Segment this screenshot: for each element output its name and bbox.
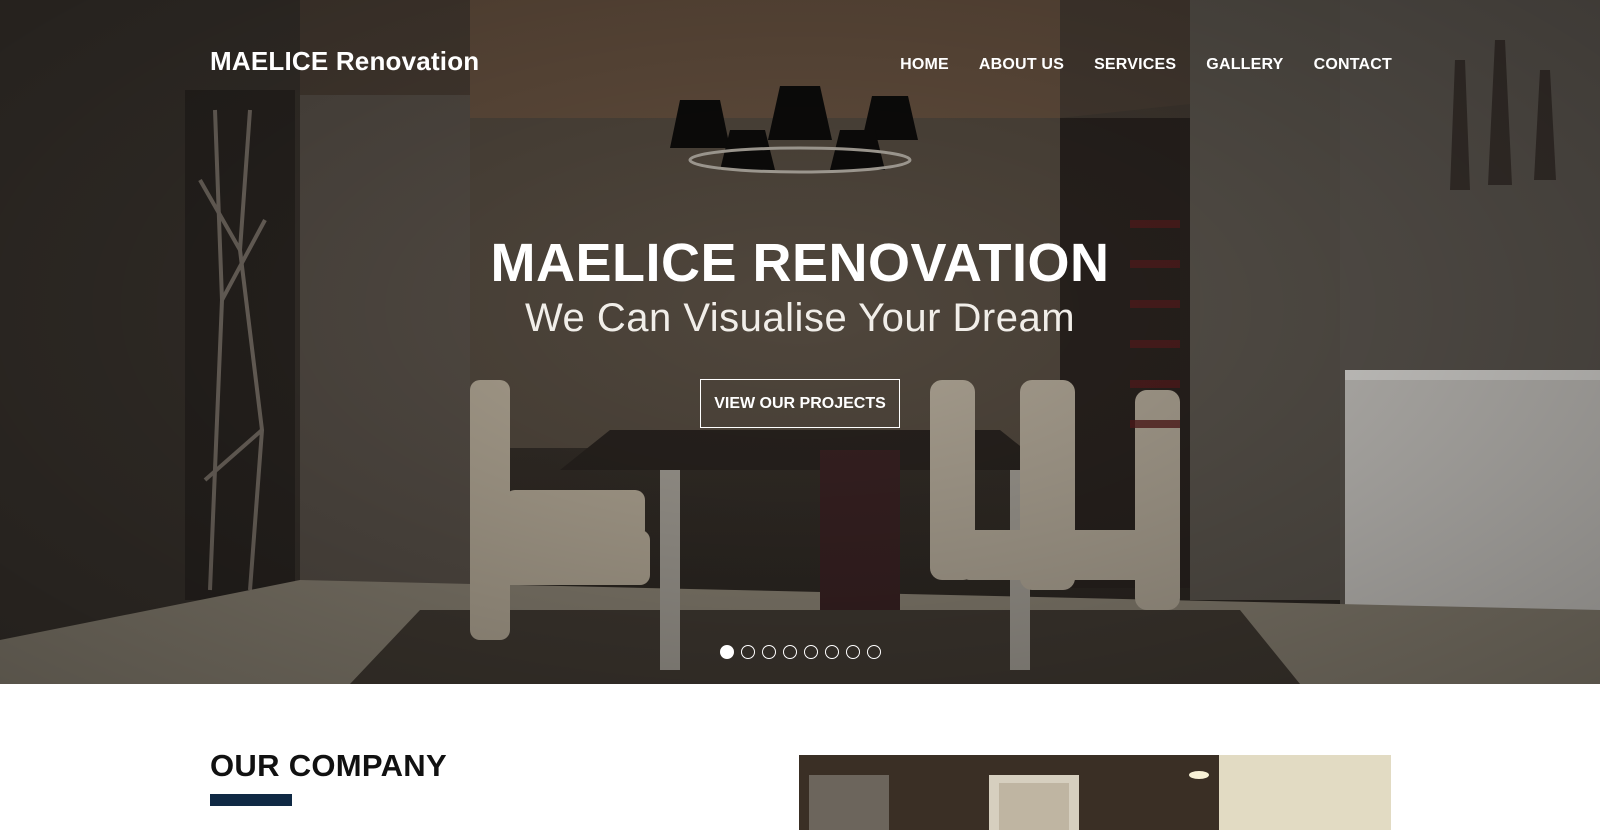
slider-dot-icon[interactable]: [803, 645, 818, 659]
view-projects-button[interactable]: VIEW OUR PROJECTS: [700, 379, 900, 428]
nav-item-services[interactable]: SERVICES: [1094, 56, 1176, 74]
company-photo-image: [799, 755, 1391, 830]
nav-item-home[interactable]: HOME: [900, 56, 949, 74]
nav-item-gallery[interactable]: GALLERY: [1206, 56, 1283, 74]
slider-dot-icon[interactable]: [782, 645, 797, 659]
main-nav: HOME ABOUT US SERVICES GALLERY CONTACT: [870, 56, 1392, 74]
company-photo: [799, 755, 1391, 830]
nav-item-contact[interactable]: CONTACT: [1314, 56, 1392, 74]
hero-dark-overlay: [0, 0, 1600, 684]
slider-dot-icon[interactable]: [824, 645, 839, 659]
slider-pagination: [0, 645, 1600, 659]
site-logo[interactable]: MAELICE Renovation: [210, 46, 479, 77]
hero-title: MAELICE RENOVATION: [490, 233, 1110, 293]
slider-dot-icon[interactable]: [866, 645, 881, 659]
heading-accent-bar: [210, 794, 292, 806]
hero-slider: MAELICE Renovation HOME ABOUT US SERVICE…: [0, 0, 1600, 684]
slider-dot-icon[interactable]: [740, 645, 755, 659]
slider-dot-icon[interactable]: [761, 645, 776, 659]
hero-subtitle: We Can Visualise Your Dream: [524, 296, 1076, 340]
slider-dot-icon[interactable]: [719, 645, 734, 659]
company-heading: OUR COMPANY: [210, 748, 447, 783]
slider-dot-icon[interactable]: [845, 645, 860, 659]
nav-item-about-us[interactable]: ABOUT US: [979, 56, 1064, 74]
